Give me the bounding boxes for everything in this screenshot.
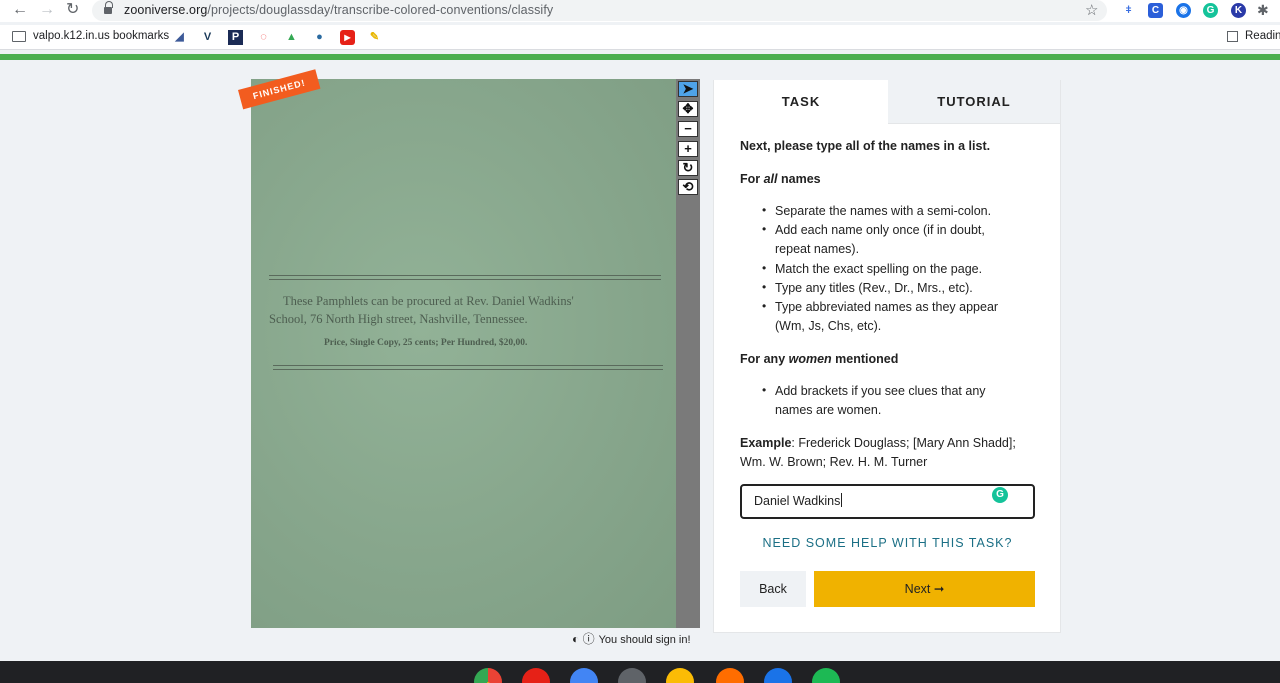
bullet: • bbox=[762, 299, 767, 313]
example-line-2: Wm. W. Brown; Rev. H. M. Turner bbox=[740, 455, 928, 469]
women-heading: For any women mentioned bbox=[740, 352, 899, 366]
bullet: • bbox=[762, 222, 767, 236]
back-arrow-icon[interactable]: ← bbox=[12, 1, 28, 19]
instruction-item: Type any titles (Rev., Dr., Mrs., etc). bbox=[775, 281, 973, 295]
extension-icon[interactable]: ǂ bbox=[1121, 3, 1136, 18]
bullet: • bbox=[762, 280, 767, 294]
lock-icon bbox=[104, 1, 113, 14]
instruction-item-continued: (Wm, Js, Chs, etc). bbox=[775, 319, 882, 333]
names-input[interactable]: Daniel Wadkins bbox=[740, 484, 1035, 519]
bullet: • bbox=[762, 261, 767, 275]
folder-icon bbox=[12, 31, 26, 42]
paper-texture bbox=[251, 79, 676, 628]
bookmark-folder-label[interactable]: valpo.k12.in.us bookmarks bbox=[33, 30, 169, 42]
url-domain: zooniverse.org bbox=[124, 3, 208, 17]
site-header-accent bbox=[0, 54, 1280, 60]
bookmark-globe-icon[interactable]: ● bbox=[312, 30, 327, 45]
grammarly-extension-icon[interactable]: G bbox=[1203, 3, 1218, 18]
instruction-item: Type abbreviated names as they appear bbox=[775, 300, 999, 314]
extension-c-icon[interactable]: C bbox=[1148, 3, 1163, 18]
help-link[interactable]: NEED SOME HELP WITH THIS TASK? bbox=[740, 536, 1035, 550]
instruction-item: Add each name only once (if in doubt, bbox=[775, 223, 985, 237]
pamphlet-text-line-2: School, 76 North High street, Nashville,… bbox=[269, 312, 528, 326]
next-button[interactable]: Next ➞ bbox=[814, 571, 1035, 607]
bookmark-signal-icon[interactable]: ◢ bbox=[172, 30, 187, 45]
browser-address-bar: ← → ↻ zooniverse.org/projects/douglassda… bbox=[0, 0, 1280, 22]
url-path: /projects/douglassday/transcribe-colored… bbox=[207, 3, 554, 17]
tab-task[interactable]: TASK bbox=[714, 80, 888, 124]
bookmark-p-icon[interactable]: P bbox=[228, 30, 243, 45]
contrast-info-icon[interactable]: ◐ ⓘ bbox=[572, 632, 595, 646]
reset-view-icon[interactable]: ⟲ bbox=[678, 179, 698, 195]
instruction-item: Add brackets if you see clues that any bbox=[775, 384, 986, 398]
task-instruction: Next, please type all of the names in a … bbox=[740, 139, 991, 153]
text-caret bbox=[841, 493, 843, 507]
instruction-item-continued: names are women. bbox=[775, 403, 882, 417]
reading-list-label[interactable]: Reading bbox=[1245, 30, 1280, 42]
zoom-in-icon[interactable]: + bbox=[678, 141, 698, 157]
bookmark-pencil-icon[interactable]: ✎ bbox=[367, 30, 382, 45]
url-text[interactable]: zooniverse.org/projects/douglassday/tran… bbox=[124, 3, 553, 17]
zoom-out-icon[interactable]: − bbox=[678, 121, 698, 137]
sign-in-text[interactable]: You should sign in! bbox=[599, 634, 691, 646]
bullet: • bbox=[762, 203, 767, 217]
pamphlet-text-line-1: These Pamphlets can be procured at Rev. … bbox=[283, 294, 574, 308]
tab-tutorial[interactable]: TUTORIAL bbox=[888, 80, 1060, 124]
example-line-1: Example: Frederick Douglass; [Mary Ann S… bbox=[740, 436, 1016, 450]
extensions-puzzle-icon[interactable]: ✱ bbox=[1257, 1, 1269, 19]
forward-arrow-icon[interactable]: → bbox=[39, 1, 55, 19]
names-input-value: Daniel Wadkins bbox=[754, 494, 841, 508]
rule-line-bottom-1 bbox=[273, 365, 663, 366]
reload-icon[interactable]: ↻ bbox=[66, 1, 79, 19]
instruction-item-continued: repeat names). bbox=[775, 242, 860, 256]
instruction-item: Match the exact spelling on the page. bbox=[775, 262, 983, 276]
rule-line-top-1 bbox=[269, 275, 661, 276]
google-drive-icon[interactable]: ▲ bbox=[284, 30, 299, 45]
move-icon[interactable]: ✥ bbox=[678, 101, 698, 117]
bookmark-ring-icon[interactable]: ◌ bbox=[256, 30, 271, 45]
rule-line-top-2 bbox=[269, 279, 661, 280]
extension-vpn-icon[interactable]: ◉ bbox=[1176, 3, 1191, 18]
rotate-icon[interactable]: ↻ bbox=[678, 160, 698, 176]
grammarly-icon[interactable]: G bbox=[992, 487, 1008, 503]
youtube-icon[interactable]: ▶ bbox=[340, 30, 355, 45]
annotate-pointer-icon[interactable]: ➤ bbox=[678, 81, 698, 97]
pamphlet-price-line: Price, Single Copy, 25 cents; Per Hundre… bbox=[324, 338, 528, 348]
subject-image[interactable]: These Pamphlets can be procured at Rev. … bbox=[251, 79, 676, 628]
bookmarks-bar: valpo.k12.in.us bookmarks ◢ V P ◌ ▲ ● ▶ … bbox=[0, 25, 1280, 50]
bullet: • bbox=[762, 383, 767, 397]
back-button[interactable]: Back bbox=[740, 571, 806, 607]
extension-k-icon[interactable]: K bbox=[1231, 3, 1246, 18]
instruction-item: Separate the names with a semi-colon. bbox=[775, 204, 992, 218]
reading-list-icon bbox=[1227, 31, 1238, 42]
all-names-heading: For all names bbox=[740, 172, 821, 186]
sign-in-notice: ◐ ⓘ You should sign in! bbox=[572, 630, 691, 647]
bookmark-star-icon[interactable]: ☆ bbox=[1085, 1, 1098, 19]
rule-line-bottom-2 bbox=[273, 369, 663, 370]
bookmark-v-icon[interactable]: V bbox=[200, 30, 215, 45]
